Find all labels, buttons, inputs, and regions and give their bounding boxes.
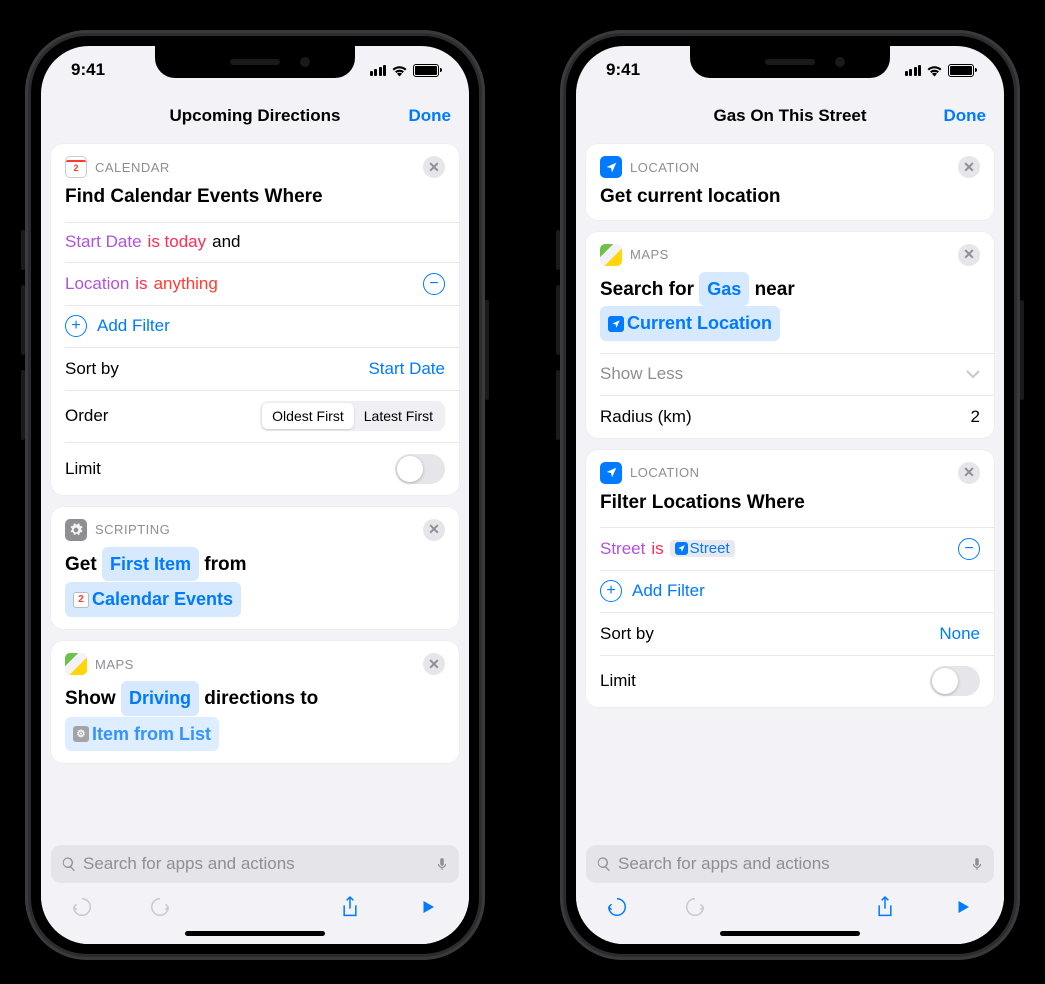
mic-icon[interactable] [970, 854, 984, 874]
variable-token: Current Location [600, 306, 780, 341]
variable-token: 2 Calendar Events [65, 582, 241, 617]
remove-filter-button[interactable]: − [958, 538, 980, 560]
limit-row: Limit [51, 443, 459, 495]
share-button[interactable] [870, 893, 900, 919]
limit-row: Limit [586, 655, 994, 707]
redo-button[interactable] [145, 893, 175, 919]
maps-icon [65, 653, 87, 675]
home-indicator[interactable] [185, 931, 325, 936]
app-label: SCRIPTING [95, 522, 415, 537]
undo-button[interactable] [67, 893, 97, 919]
signal-icon [370, 65, 387, 76]
battery-icon [413, 64, 439, 77]
maps-icon [600, 244, 622, 266]
done-button[interactable]: Done [409, 106, 452, 126]
app-label: CALENDAR [95, 160, 415, 175]
done-button[interactable]: Done [944, 106, 987, 126]
segment-newest[interactable]: Latest First [354, 403, 443, 429]
app-label: MAPS [95, 657, 415, 672]
plus-circle-icon: + [600, 580, 622, 602]
signal-icon [905, 65, 922, 76]
location-icon [600, 462, 622, 484]
action-card-calendar: 2 CALENDAR ✕ Find Calendar Events Where … [51, 144, 459, 495]
limit-toggle[interactable] [395, 454, 445, 484]
param-token: Gas [699, 272, 749, 307]
home-indicator[interactable] [720, 931, 860, 936]
wifi-icon [391, 62, 408, 79]
param-token: First Item [102, 547, 199, 582]
battery-icon [948, 64, 974, 77]
param-token: Driving [121, 681, 199, 716]
show-less-button[interactable]: Show Less [586, 353, 994, 395]
play-button[interactable] [413, 893, 443, 919]
remove-filter-button[interactable]: − [423, 273, 445, 295]
segment-oldest[interactable]: Oldest First [262, 403, 354, 429]
gear-icon [65, 519, 87, 541]
action-card-maps: MAPS ✕ Search for Gas near Current Locat… [586, 232, 994, 438]
radius-row[interactable]: Radius (km) 2 [586, 396, 994, 438]
mic-icon[interactable] [435, 854, 449, 874]
close-icon[interactable]: ✕ [958, 244, 980, 266]
plus-circle-icon: + [65, 315, 87, 337]
filter-condition-row[interactable]: Location is anything − [51, 263, 459, 305]
redo-button[interactable] [680, 893, 710, 919]
action-sentence[interactable]: Show Driving directions to ⚙ Item from L… [51, 679, 459, 763]
action-title: Filter Locations Where [586, 488, 994, 528]
close-icon[interactable]: ✕ [958, 156, 980, 178]
search-icon [596, 854, 612, 874]
search-placeholder: Search for apps and actions [618, 854, 964, 874]
page-title: Gas On This Street [713, 106, 866, 126]
page-title: Upcoming Directions [170, 106, 341, 126]
variable-token: ⚙ Item from List [65, 717, 219, 752]
undo-button[interactable] [602, 893, 632, 919]
filter-condition-row[interactable]: Street is Street − [586, 528, 994, 570]
filter-condition-row[interactable]: Start Date is today and [51, 222, 459, 262]
add-filter-button[interactable]: + Add Filter [51, 305, 459, 347]
action-card-filter-locations: LOCATION ✕ Filter Locations Where Street… [586, 450, 994, 708]
action-title: Get current location [586, 182, 994, 220]
add-filter-button[interactable]: + Add Filter [586, 570, 994, 612]
app-label: MAPS [630, 247, 950, 262]
action-sentence[interactable]: Get First Item from 2 Calendar Events [51, 545, 459, 629]
search-icon [61, 854, 77, 874]
variable-token: Street [670, 540, 735, 557]
action-sentence[interactable]: Search for Gas near Current Location [586, 270, 994, 353]
close-icon[interactable]: ✕ [423, 653, 445, 675]
calendar-icon: 2 [65, 156, 87, 178]
app-label: LOCATION [630, 465, 950, 480]
sort-by-row[interactable]: Sort by Start Date [51, 348, 459, 390]
app-label: LOCATION [630, 160, 950, 175]
status-time: 9:41 [606, 60, 640, 80]
order-segmented-control[interactable]: Oldest First Latest First [260, 401, 445, 431]
status-time: 9:41 [71, 60, 105, 80]
close-icon[interactable]: ✕ [423, 156, 445, 178]
order-row: Order Oldest First Latest First [51, 390, 459, 442]
limit-toggle[interactable] [930, 666, 980, 696]
action-card-scripting: SCRIPTING ✕ Get First Item from 2 Calend… [51, 507, 459, 629]
search-input[interactable]: Search for apps and actions [51, 845, 459, 883]
share-button[interactable] [335, 893, 365, 919]
action-title: Find Calendar Events Where [51, 182, 459, 222]
action-card-maps: MAPS ✕ Show Driving directions to ⚙ Item… [51, 641, 459, 763]
close-icon[interactable]: ✕ [423, 519, 445, 541]
location-icon [600, 156, 622, 178]
play-button[interactable] [948, 893, 978, 919]
sort-by-row[interactable]: Sort by None [586, 613, 994, 655]
search-input[interactable]: Search for apps and actions [586, 845, 994, 883]
close-icon[interactable]: ✕ [958, 462, 980, 484]
action-card-location: LOCATION ✕ Get current location [586, 144, 994, 220]
chevron-down-icon [966, 364, 980, 384]
wifi-icon [926, 62, 943, 79]
search-placeholder: Search for apps and actions [83, 854, 429, 874]
